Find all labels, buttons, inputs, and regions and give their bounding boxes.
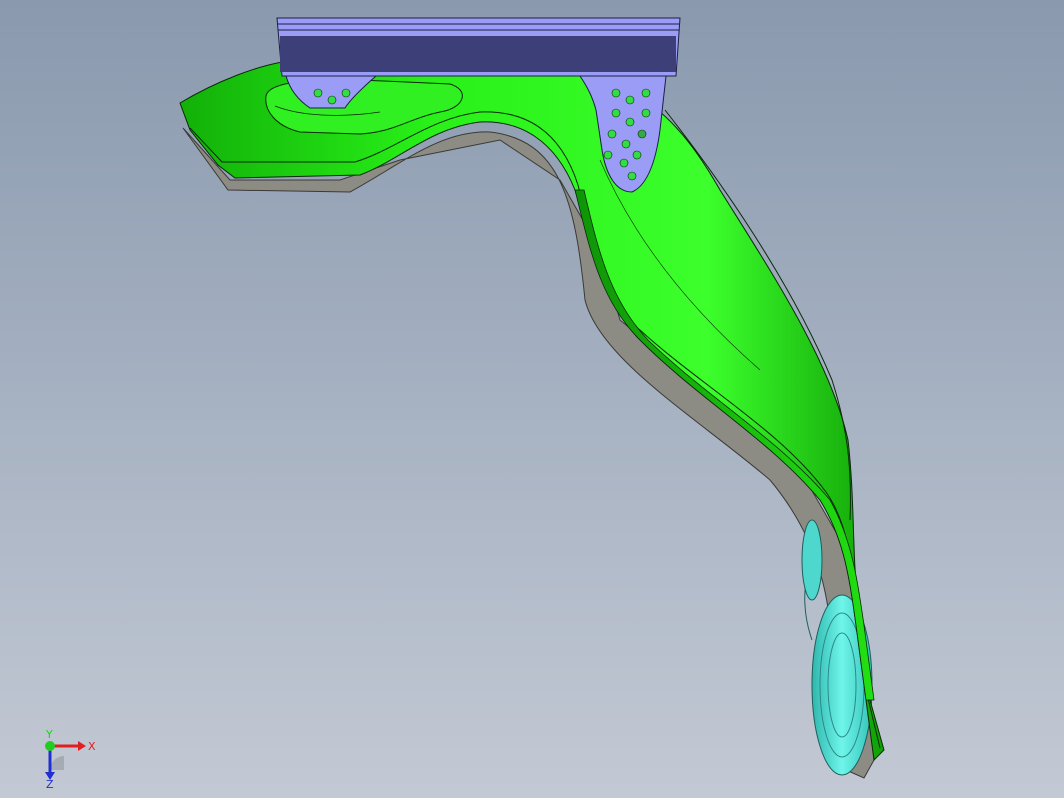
model-3d-render[interactable]: [0, 0, 1064, 798]
cad-viewport[interactable]: X Y Z: [0, 0, 1064, 798]
y-axis-label: Y: [45, 728, 53, 741]
base-plate: [182, 127, 875, 779]
z-axis-label: Z: [46, 778, 54, 788]
arm-body: [179, 59, 885, 762]
orientation-triad[interactable]: X Y Z: [30, 728, 100, 788]
x-axis-label: X: [88, 740, 96, 753]
y-axis-dot: [45, 741, 55, 751]
